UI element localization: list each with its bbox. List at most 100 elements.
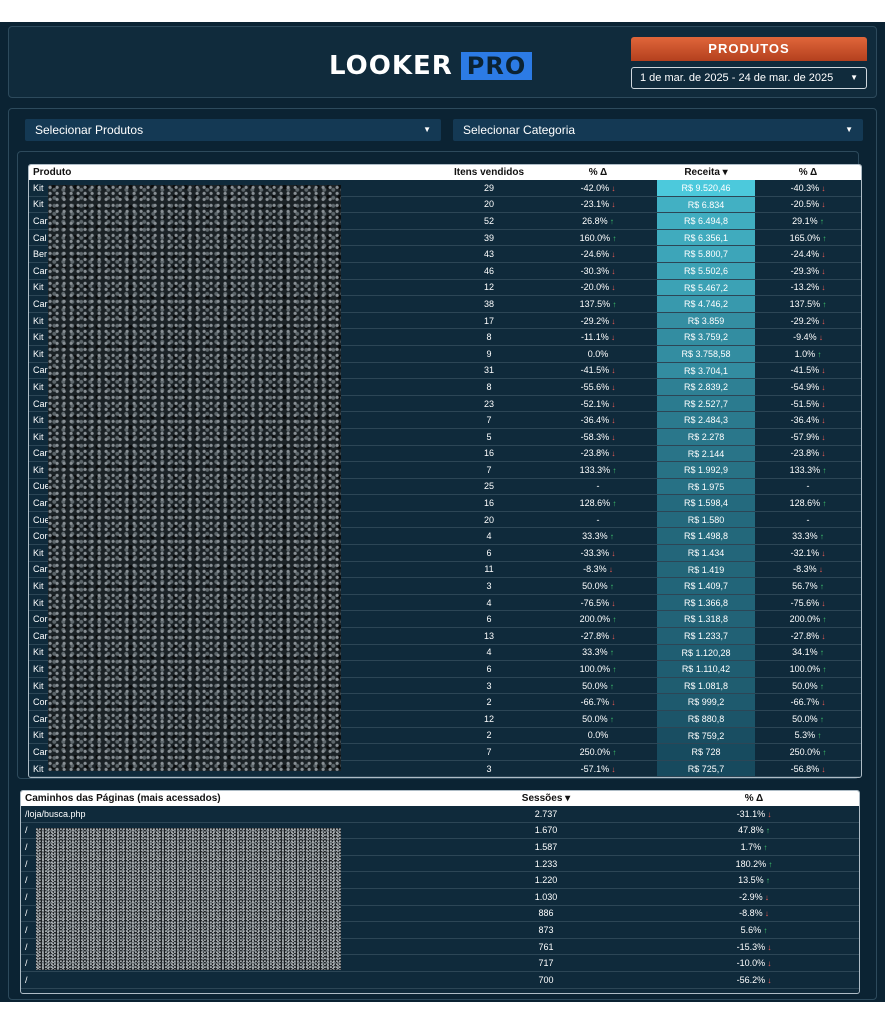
col-header-sessions-delta[interactable]: % Δ (651, 793, 857, 804)
revenue-delta-value: 33.3% (792, 531, 818, 542)
revenue-delta-value: 200.0% (789, 614, 821, 625)
sessions-delta-value: -31.1% (736, 808, 766, 819)
items-sold: 16 (483, 448, 494, 459)
revenue-delta-value: -40.3% (790, 182, 820, 193)
page-title-badge: PRODUTOS (631, 37, 867, 61)
items-delta: 133.3% ↑ (539, 465, 657, 475)
table-row[interactable]: / 700 -56.2% ↓ (21, 972, 859, 989)
down-arrow-icon: ↓ (819, 183, 826, 193)
items-sold: 11 (484, 564, 494, 575)
revenue-delta-value: 250.0% (789, 746, 821, 757)
revenue: R$ 1.598,4 (657, 495, 755, 511)
revenue: R$ 3.759,2 (657, 329, 755, 345)
col-header-sessions[interactable]: Sessões ▾ (441, 793, 651, 804)
revenue-delta: 133.3% ↑ (755, 465, 861, 475)
down-arrow-icon: ↓ (609, 382, 616, 392)
down-arrow-icon: ↓ (609, 183, 616, 193)
revenue-delta: -9.4% ↓ (755, 332, 861, 342)
items-delta: -58.3% ↓ (539, 432, 657, 442)
revenue-delta: -24.4% ↓ (755, 249, 861, 259)
revenue-delta: -40.3% ↓ (755, 183, 861, 193)
date-range-value: 1 de mar. de 2025 - 24 de mar. de 2025 (640, 72, 834, 84)
items-sold: 6 (486, 664, 492, 675)
items-delta: 137.5% ↑ (539, 299, 657, 309)
items-sold: 23 (483, 398, 494, 409)
down-arrow-icon: ↓ (819, 416, 826, 426)
revenue-delta-value: -23.8% (790, 448, 820, 459)
up-arrow-icon: ↑ (607, 216, 614, 226)
chevron-down-icon: ▼ (845, 125, 853, 134)
revenue-delta: -13.2% ↓ (755, 282, 861, 292)
revenue: R$ 6.356,1 (657, 229, 755, 246)
down-arrow-icon: ↓ (816, 333, 823, 343)
sessions-delta: -31.1% ↓ (651, 809, 857, 819)
items-delta-value: 50.0% (582, 713, 608, 724)
product-filter-dropdown[interactable]: Selecionar Produtos ▼ (25, 119, 441, 141)
down-arrow-icon: ↓ (819, 598, 826, 608)
up-arrow-icon: ↑ (820, 499, 827, 509)
col-header-revenue-delta[interactable]: % Δ (755, 167, 861, 178)
items-delta-value: 0.0% (587, 730, 609, 741)
up-arrow-icon: ↑ (761, 842, 768, 852)
items-delta: 50.0% ↑ (539, 714, 657, 724)
items-sold: 52 (483, 215, 494, 226)
revenue-delta: -8.3% ↓ (755, 564, 861, 574)
col-header-items-sold[interactable]: Itens vendidos (439, 167, 539, 178)
up-arrow-icon: ↑ (817, 532, 824, 542)
down-arrow-icon: ↓ (819, 432, 826, 442)
table-row[interactable]: /loja/busca.php 2.737 -31.1% ↓ (21, 806, 859, 823)
items-delta-value: -52.1% (580, 398, 610, 409)
items-delta-value: -55.6% (580, 381, 610, 392)
sessions: 2.737 (534, 808, 558, 819)
down-arrow-icon: ↓ (609, 399, 616, 409)
down-arrow-icon: ↓ (608, 333, 616, 343)
revenue: R$ 759,2 (657, 727, 755, 744)
items-sold: 5 (486, 431, 492, 442)
items-delta: -55.6% ↓ (539, 382, 657, 392)
revenue-delta-value: -54.9% (790, 381, 820, 392)
down-arrow-icon: ↓ (819, 200, 826, 210)
chevron-down-icon: ▼ (423, 125, 431, 134)
col-header-items-delta[interactable]: % Δ (539, 167, 657, 178)
revenue-delta-value: 137.5% (789, 298, 821, 309)
sessions: 886 (538, 908, 554, 919)
items-sold: 2 (486, 697, 492, 708)
items-sold: 8 (486, 332, 492, 343)
items-sold: 7 (486, 464, 492, 475)
revenue: R$ 9.520,46 (657, 180, 755, 196)
revenue-delta: -29.3% ↓ (755, 266, 861, 276)
col-header-page-path[interactable]: Caminhos das Páginas (mais acessados) (21, 793, 441, 804)
items-delta: -8.3% ↓ (539, 564, 657, 574)
revenue: R$ 2.484,3 (657, 412, 755, 428)
items-sold: 16 (483, 498, 494, 509)
items-sold: 7 (486, 415, 492, 426)
sessions-delta-value: 47.8% (738, 825, 764, 836)
date-range-selector[interactable]: 1 de mar. de 2025 - 24 de mar. de 2025 ▼ (631, 67, 867, 89)
up-arrow-icon: ↑ (817, 714, 824, 724)
items-delta: -76.5% ↓ (539, 598, 657, 608)
category-filter-dropdown[interactable]: Selecionar Categoria ▼ (453, 119, 863, 141)
down-arrow-icon: ↓ (819, 399, 826, 409)
sessions: 1.587 (534, 841, 558, 852)
revenue-delta: - (755, 481, 861, 491)
col-header-product[interactable]: Produto (29, 167, 439, 178)
revenue-delta: 1.0% ↑ (755, 349, 861, 359)
items-delta: -41.5% ↓ (539, 365, 657, 375)
col-header-revenue[interactable]: Receita ▾ (657, 165, 755, 180)
revenue: R$ 3.704,1 (657, 362, 755, 379)
items-delta: - (539, 481, 657, 491)
chevron-down-icon: ▼ (850, 73, 858, 82)
sessions-delta: 13.5% ↑ (651, 875, 857, 885)
revenue: R$ 2.278 (657, 428, 755, 445)
up-arrow-icon: ↑ (610, 499, 617, 509)
down-arrow-icon: ↓ (819, 283, 826, 293)
revenue-delta-value: -8.3% (793, 564, 817, 575)
revenue: R$ 1.975 (657, 478, 755, 495)
items-delta-value: -58.3% (580, 431, 610, 442)
items-delta: -52.1% ↓ (539, 399, 657, 409)
up-arrow-icon: ↑ (766, 859, 773, 869)
revenue: R$ 999,2 (657, 694, 755, 710)
revenue-delta: 137.5% ↑ (755, 299, 861, 309)
revenue-delta-value: -51.5% (790, 398, 820, 409)
items-delta-value: 50.0% (582, 581, 608, 592)
